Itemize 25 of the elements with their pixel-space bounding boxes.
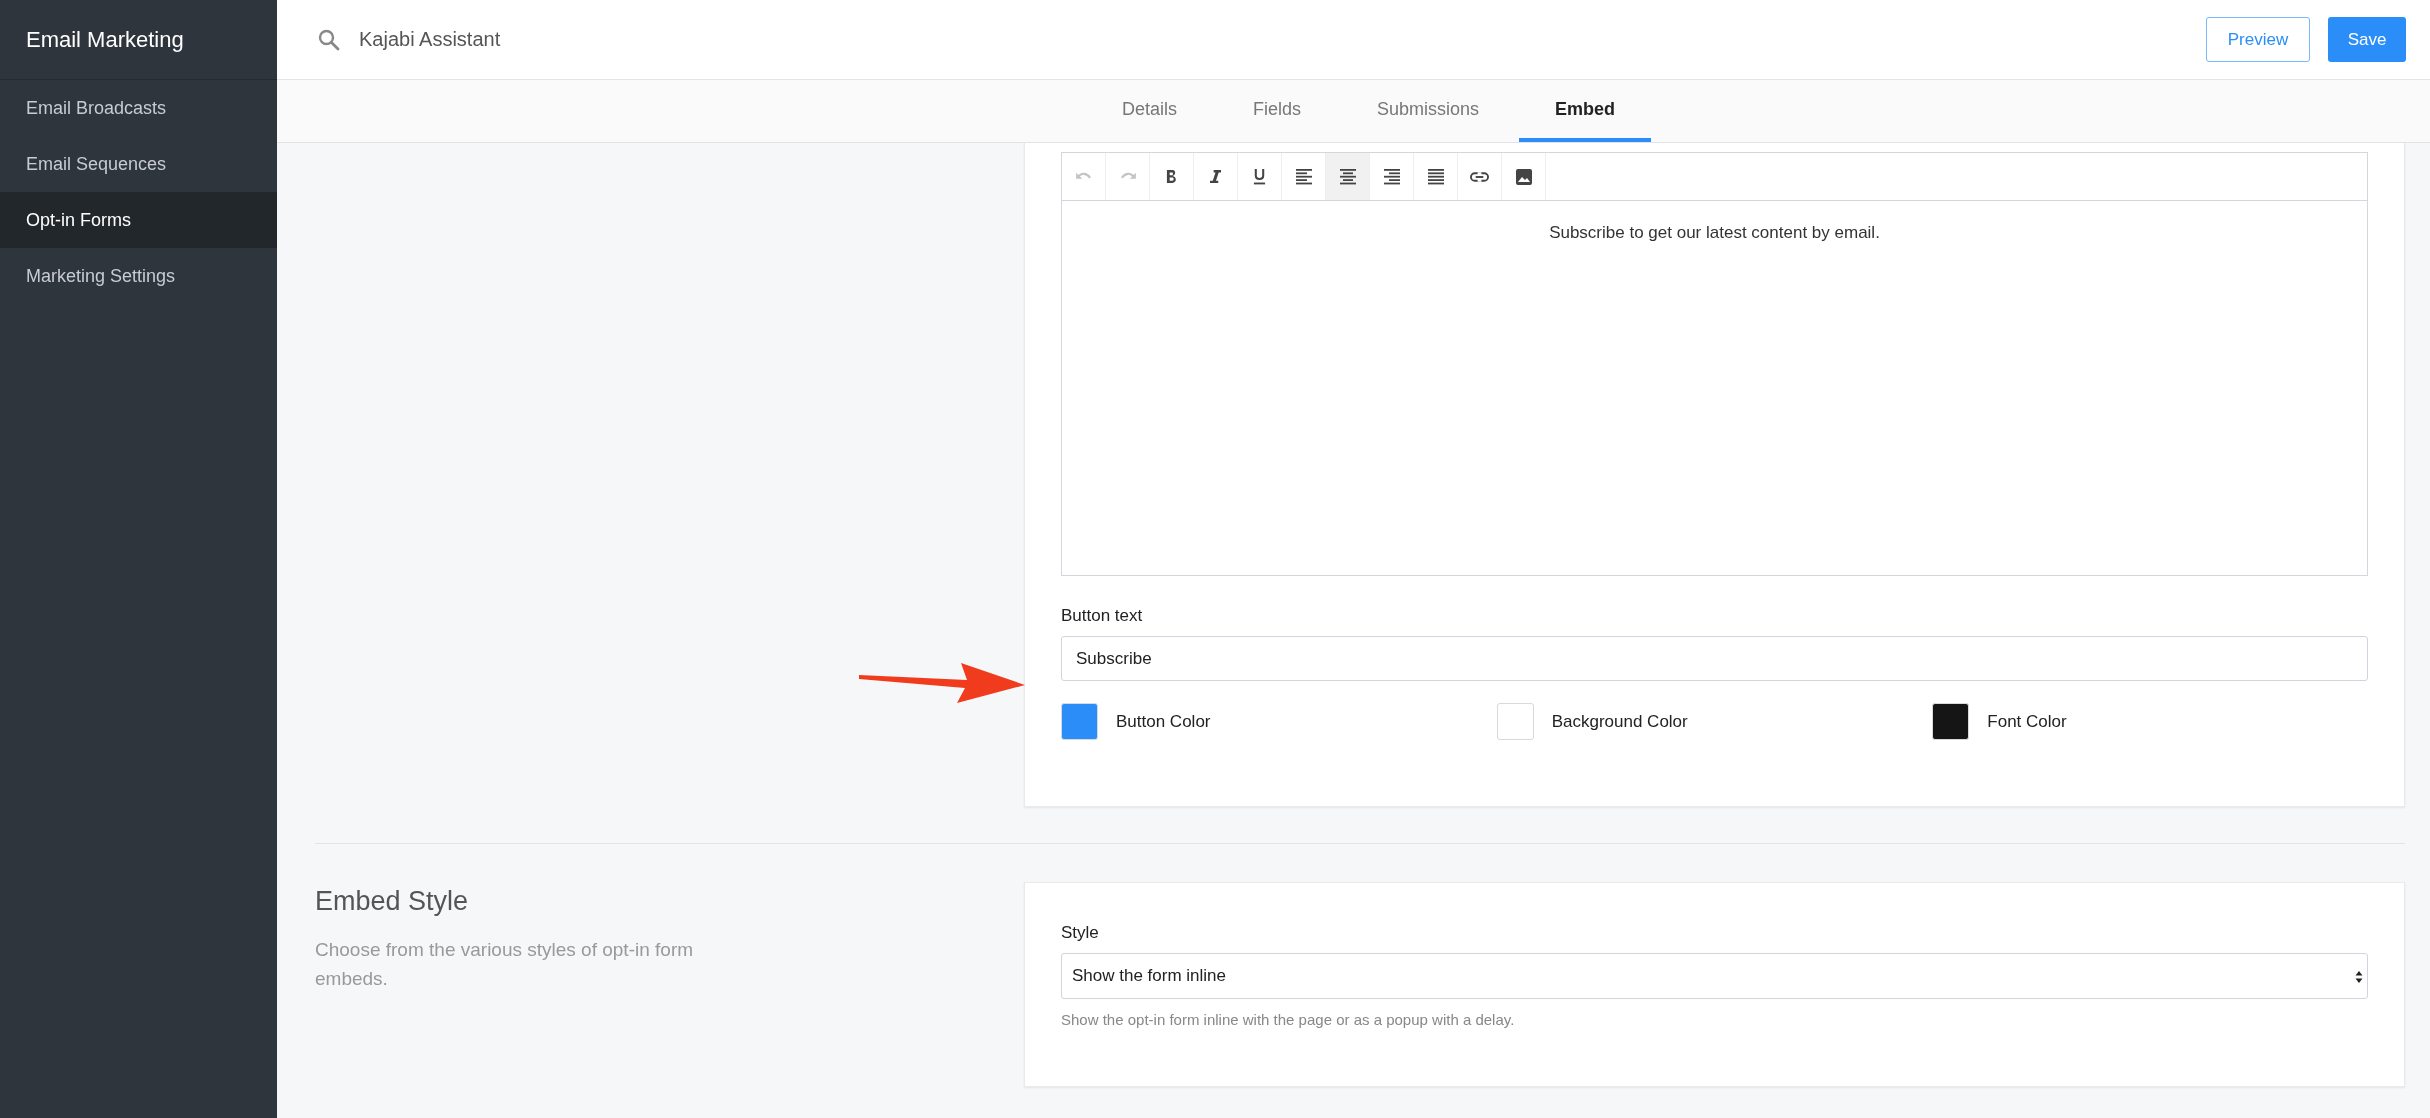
sidebar-item[interactable]: Email Sequences [0,136,277,192]
section-description: Choose from the various styles of opt-in form embeds. [315,938,695,992]
search-icon [317,27,341,52]
dropdown-arrows-icon [2355,970,2363,984]
field-label: Button text [1061,606,1144,626]
color-label: Font Color [1987,711,2067,732]
search-field[interactable]: Kajabi Assistant [359,28,501,51]
button-text-field[interactable]: Subscribe [1061,636,2368,681]
sidebar-item[interactable]: Marketing Settings [0,248,277,304]
field-label: Style [1061,923,1100,943]
align-center-button[interactable] [1326,153,1370,200]
color-swatch[interactable] [1496,703,1534,740]
tab[interactable]: Submissions [1341,80,1516,142]
color-label: Background Color [1551,711,1688,732]
tab[interactable]: Fields [1216,80,1337,142]
section-title: Embed Style [315,886,470,917]
sidebar-item[interactable]: Opt-in Forms [0,192,277,248]
help-text: Show the opt-in form inline with the page or as a popup with a delay. [1061,1011,1516,1028]
tab[interactable]: Details [1085,80,1213,142]
color-label: Button Color [1116,711,1211,732]
sidebar-item[interactable]: Email Broadcasts [0,80,277,136]
color-swatch[interactable] [1932,703,1970,740]
style-dropdown[interactable]: Show the form inline [1061,953,2368,999]
editor-text: Subscribe to get our latest content by email. [1548,223,1881,243]
color-swatch[interactable] [1061,703,1098,740]
